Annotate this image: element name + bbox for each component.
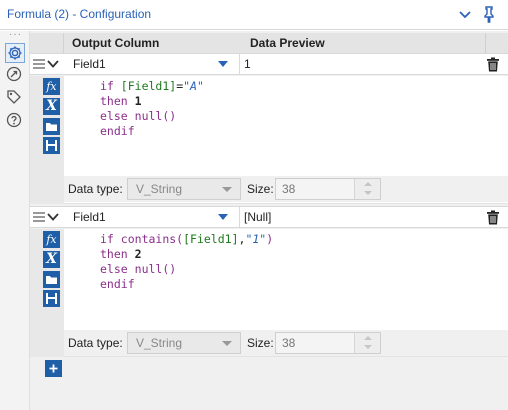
size-stepper[interactable]: 38 bbox=[275, 178, 381, 200]
chevron-down-icon[interactable] bbox=[455, 4, 475, 24]
connection-icon bbox=[6, 66, 22, 82]
dropdown-arrow-icon bbox=[222, 187, 232, 192]
chevron-down-icon[interactable] bbox=[47, 59, 59, 69]
output-field-value: Field1 bbox=[73, 57, 106, 71]
dropdown-arrow-icon bbox=[222, 341, 232, 346]
row-1-type-bar: Data type: V_String Size: 38 bbox=[64, 176, 508, 202]
data-type-select[interactable]: V_String bbox=[127, 178, 241, 200]
formula-row-2: Field1 [Null] bbox=[30, 206, 508, 228]
gear-icon bbox=[8, 46, 22, 60]
data-type-select[interactable]: V_String bbox=[127, 332, 241, 354]
data-preview-value: 1 bbox=[244, 57, 251, 71]
chevron-down-icon[interactable] bbox=[47, 212, 59, 222]
window-title: Formula (2) - Configuration bbox=[7, 7, 152, 21]
pin-icon[interactable] bbox=[479, 4, 499, 24]
drag-handle[interactable] bbox=[33, 59, 45, 69]
row-1-code: if [Field1]="A" then 1 else null() endif bbox=[100, 79, 204, 138]
output-field-select[interactable]: Field1 bbox=[66, 55, 238, 73]
trash-icon[interactable] bbox=[486, 210, 500, 225]
fx-icon[interactable]: fx bbox=[43, 231, 60, 248]
help-tab[interactable] bbox=[5, 111, 25, 131]
header-handle bbox=[30, 33, 64, 54]
row-2-code: if contains([Field1],"1") then 2 else nu… bbox=[100, 232, 274, 291]
header-end bbox=[486, 33, 508, 54]
folder-icon[interactable] bbox=[43, 118, 60, 135]
size-spin-buttons[interactable] bbox=[354, 333, 380, 353]
size-spin-buttons[interactable] bbox=[354, 179, 380, 199]
formula-config-panel: Output Column Data Preview Field1 1 fx X bbox=[30, 31, 508, 410]
rail-grip: ··· bbox=[9, 29, 22, 40]
dropdown-arrow-icon bbox=[218, 214, 228, 220]
folder-icon[interactable] bbox=[43, 271, 60, 288]
tag-tab[interactable] bbox=[5, 88, 25, 108]
output-column-header: Output Column bbox=[64, 33, 272, 54]
drag-handle[interactable] bbox=[33, 212, 45, 222]
data-preview-value: [Null] bbox=[244, 210, 272, 224]
size-label: Size: bbox=[247, 336, 274, 350]
output-field-select[interactable]: Field1 bbox=[66, 208, 238, 226]
title-bar: Formula (2) - Configuration bbox=[0, 0, 508, 30]
variable-icon[interactable]: X bbox=[43, 251, 60, 268]
dropdown-arrow-icon bbox=[218, 61, 228, 67]
settings-tab[interactable] bbox=[5, 43, 25, 63]
data-preview-header: Data Preview bbox=[242, 33, 486, 54]
data-type-label: Data type: bbox=[68, 182, 123, 196]
fx-icon[interactable]: fx bbox=[43, 78, 60, 95]
left-rail: ··· bbox=[0, 29, 30, 410]
plus-icon bbox=[49, 364, 58, 373]
save-icon[interactable] bbox=[43, 290, 60, 307]
data-type-label: Data type: bbox=[68, 336, 123, 350]
output-field-value: Field1 bbox=[73, 210, 106, 224]
formula-row-1: Field1 1 bbox=[30, 53, 508, 75]
connection-tab[interactable] bbox=[5, 65, 25, 85]
help-icon bbox=[6, 112, 22, 128]
variable-icon[interactable]: X bbox=[43, 98, 60, 115]
tag-icon bbox=[7, 90, 21, 104]
add-formula-button[interactable] bbox=[45, 360, 62, 377]
size-label: Size: bbox=[247, 182, 274, 196]
trash-icon[interactable] bbox=[486, 57, 500, 72]
size-stepper[interactable]: 38 bbox=[275, 332, 381, 354]
save-icon[interactable] bbox=[43, 137, 60, 154]
row-2-type-bar: Data type: V_String Size: 38 bbox=[64, 330, 508, 356]
